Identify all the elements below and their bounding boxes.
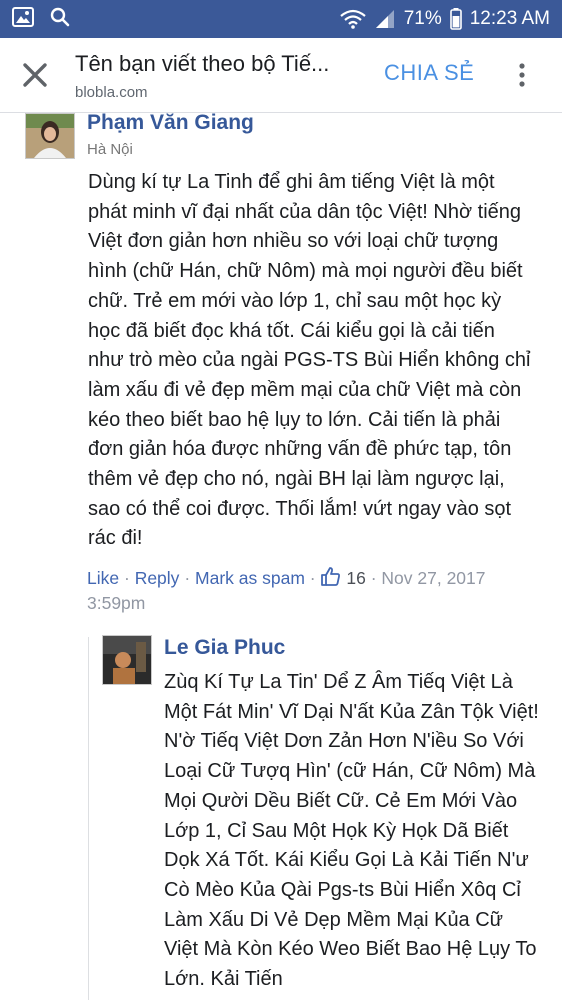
status-notifications: [12, 7, 70, 27]
reply-text: Zùq Kí Tự La Tin' Dể Z Âm Tiếq Việt Là M…: [164, 671, 539, 991]
status-bar: 71% 12:23 AM: [0, 0, 562, 38]
comment-text: Dùng kí tự La Tinh để ghi âm tiếng Việt …: [88, 171, 531, 550]
page-title: Tên bạn viết theo bộ Tiế...: [75, 51, 330, 76]
reply-avatar-photo: [103, 636, 151, 684]
separator: ·: [184, 568, 191, 588]
battery-percent: 71%: [403, 8, 442, 29]
reply-author[interactable]: Le Gia Phuc: [164, 636, 285, 660]
comment-author[interactable]: Phạm Văn Giang: [87, 113, 254, 135]
reply-thread-line: [88, 637, 89, 1000]
reply-link[interactable]: Reply: [135, 568, 180, 588]
battery-icon: [449, 8, 462, 30]
comments-area: Phạm Văn Giang Hà Nội Dùng kí tự La Tinh…: [0, 113, 562, 1000]
reply-avatar[interactable]: [102, 635, 152, 685]
like-link[interactable]: Like: [87, 568, 119, 588]
separator: ·: [123, 568, 130, 588]
clock: 12:23 AM: [469, 8, 550, 29]
avatar[interactable]: [25, 113, 75, 159]
share-button[interactable]: CHIA SẺ: [384, 60, 474, 86]
comment-location: Hà Nội: [87, 141, 133, 158]
close-button[interactable]: [18, 58, 52, 92]
search-icon: [50, 7, 70, 27]
avatar-photo: [26, 114, 74, 158]
gallery-icon: [12, 7, 34, 27]
status-indicators: 71% 12:23 AM: [339, 0, 550, 38]
page-domain: blobla.com: [75, 84, 148, 101]
mark-as-spam-link[interactable]: Mark as spam: [195, 568, 305, 588]
comment-date[interactable]: Nov 27, 2017: [381, 568, 485, 588]
like-count: 16: [346, 568, 366, 588]
browser-header: Tên bạn viết theo bộ Tiế... blobla.com C…: [0, 38, 562, 113]
signal-icon: [375, 10, 394, 28]
thumbs-up-icon[interactable]: [320, 566, 341, 587]
comment-time[interactable]: 3:59pm: [87, 593, 145, 613]
more-vertical-icon: [519, 63, 525, 87]
separator: ·: [309, 568, 316, 588]
separator: ·: [370, 568, 377, 588]
more-options-button[interactable]: [512, 58, 532, 92]
close-icon: [23, 63, 47, 87]
wifi-icon: [339, 9, 366, 29]
comment-actions: Like · Reply · Mark as spam · 16 · Nov 2…: [87, 566, 527, 616]
